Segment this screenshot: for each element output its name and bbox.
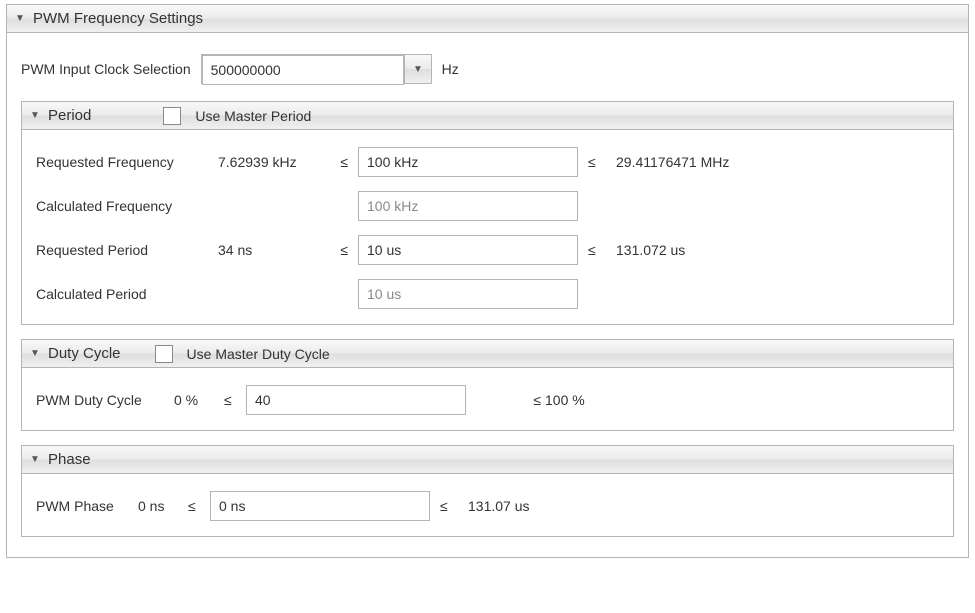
requested-period-max: 131.072 us — [610, 242, 790, 258]
clock-unit: Hz — [442, 61, 459, 77]
chevron-down-icon: ▼ — [413, 64, 423, 75]
chevron-down-icon: ▼ — [30, 454, 40, 465]
requested-frequency-max: 29.41176471 MHz — [610, 154, 790, 170]
duty-cycle-label: PWM Duty Cycle — [36, 392, 164, 408]
period-title: Period — [48, 107, 91, 124]
use-master-duty-label: Use Master Duty Cycle — [187, 346, 330, 362]
requested-period-input[interactable] — [358, 235, 578, 265]
clock-combo[interactable]: ▼ — [201, 54, 432, 84]
calculated-period-output — [358, 279, 578, 309]
duty-cycle-input[interactable] — [246, 385, 466, 415]
panel-title: PWM Frequency Settings — [33, 10, 203, 27]
requested-period-max-op: ≤ — [588, 242, 600, 258]
duty-cycle-max: 100 % — [545, 392, 585, 408]
period-panel: ▼ Period Use Master Period Requested Fre… — [21, 101, 954, 325]
calculated-frequency-label: Calculated Frequency — [36, 198, 206, 214]
calculated-frequency-output — [358, 191, 578, 221]
phase-title: Phase — [48, 451, 91, 468]
requested-frequency-max-op: ≤ — [588, 154, 600, 170]
phase-header[interactable]: ▼ Phase — [22, 446, 953, 474]
use-master-duty-checkbox[interactable] — [155, 345, 173, 363]
clock-selection-row: PWM Input Clock Selection ▼ Hz — [21, 47, 954, 91]
duty-cycle-max-op: ≤ — [476, 392, 541, 408]
duty-cycle-min: 0 % — [174, 392, 214, 408]
requested-frequency-input[interactable] — [358, 147, 578, 177]
requested-period-min-op: ≤ — [336, 242, 348, 258]
calculated-frequency-row: Calculated Frequency — [36, 184, 939, 228]
use-master-period-label: Use Master Period — [195, 108, 311, 124]
clock-dropdown-button[interactable]: ▼ — [404, 55, 430, 83]
requested-frequency-row: Requested Frequency 7.62939 kHz ≤ ≤ 29.4… — [36, 140, 939, 184]
duty-cycle-panel: ▼ Duty Cycle Use Master Duty Cycle PWM D… — [21, 339, 954, 431]
calculated-period-row: Calculated Period — [36, 272, 939, 316]
clock-input[interactable] — [202, 55, 405, 85]
chevron-down-icon: ▼ — [15, 13, 25, 24]
calculated-period-label: Calculated Period — [36, 286, 206, 302]
duty-cycle-min-op: ≤ — [224, 392, 236, 408]
phase-max: 131.07 us — [462, 498, 530, 514]
phase-max-op: ≤ — [440, 498, 452, 514]
duty-cycle-header[interactable]: ▼ Duty Cycle Use Master Duty Cycle — [22, 340, 953, 368]
pwm-frequency-settings-panel: ▼ PWM Frequency Settings PWM Input Clock… — [6, 4, 969, 558]
phase-label: PWM Phase — [36, 498, 128, 514]
requested-frequency-min-op: ≤ — [336, 154, 348, 170]
duty-cycle-title: Duty Cycle — [48, 345, 121, 362]
phase-min: 0 ns — [138, 498, 178, 514]
phase-row: PWM Phase 0 ns ≤ ≤ 131.07 us — [36, 484, 939, 528]
duty-cycle-row: PWM Duty Cycle 0 % ≤ ≤100 % — [36, 378, 939, 422]
requested-period-row: Requested Period 34 ns ≤ ≤ 131.072 us — [36, 228, 939, 272]
pwm-frequency-settings-header[interactable]: ▼ PWM Frequency Settings — [7, 5, 968, 33]
phase-input[interactable] — [210, 491, 430, 521]
phase-panel: ▼ Phase PWM Phase 0 ns ≤ ≤ 131.07 us — [21, 445, 954, 537]
chevron-down-icon: ▼ — [30, 110, 40, 121]
requested-frequency-min: 7.62939 kHz — [216, 154, 326, 170]
clock-label: PWM Input Clock Selection — [21, 61, 191, 77]
phase-min-op: ≤ — [188, 498, 200, 514]
use-master-period-checkbox[interactable] — [163, 107, 181, 125]
period-header[interactable]: ▼ Period Use Master Period — [22, 102, 953, 130]
requested-frequency-label: Requested Frequency — [36, 154, 206, 170]
chevron-down-icon: ▼ — [30, 348, 40, 359]
requested-period-label: Requested Period — [36, 242, 206, 258]
requested-period-min: 34 ns — [216, 242, 326, 258]
